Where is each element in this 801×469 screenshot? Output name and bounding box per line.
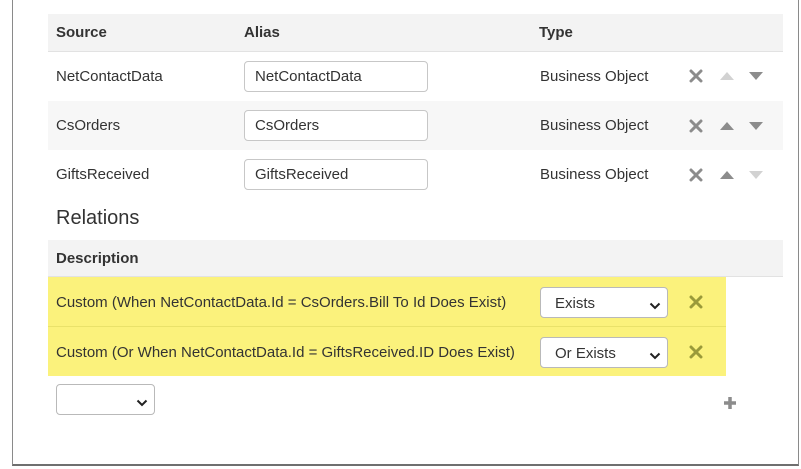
remove-icon[interactable]: [689, 119, 705, 135]
relation-row: Custom (Or When NetContactData.Id = Gift…: [48, 327, 726, 376]
header-type: Type: [539, 24, 573, 41]
table-row: NetContactData Business Object: [48, 52, 783, 101]
source-name: CsOrders: [56, 117, 121, 134]
move-up-icon: [719, 70, 735, 86]
move-up-icon[interactable]: [719, 169, 735, 185]
remove-icon[interactable]: [689, 168, 705, 184]
relations-table-header: Description: [48, 240, 783, 277]
relation-operator-value: Exists: [555, 295, 596, 312]
sources-table-header: Source Alias Type: [48, 14, 783, 52]
table-row: GiftsReceived Business Object: [48, 150, 783, 199]
chevron-down-icon: [649, 298, 661, 315]
header-description: Description: [56, 250, 139, 267]
move-up-icon[interactable]: [719, 120, 735, 136]
relation-description: Custom (When NetContactData.Id = CsOrder…: [56, 294, 507, 311]
source-name: GiftsReceived: [56, 166, 150, 183]
move-down-icon: [748, 169, 764, 185]
move-down-icon[interactable]: [748, 120, 764, 136]
relations-title: Relations: [56, 207, 140, 229]
source-name: NetContactData: [56, 68, 163, 85]
source-type: Business Object: [540, 117, 649, 134]
alias-input[interactable]: [244, 61, 428, 92]
relation-description: Custom (Or When NetContactData.Id = Gift…: [56, 344, 515, 361]
remove-icon[interactable]: [689, 69, 705, 85]
remove-relation-icon[interactable]: [689, 295, 705, 311]
relation-row: Custom (When NetContactData.Id = CsOrder…: [48, 277, 726, 326]
relation-operator-select[interactable]: Exists: [540, 287, 668, 318]
move-down-icon[interactable]: [748, 70, 764, 86]
alias-input[interactable]: [244, 159, 428, 190]
remove-relation-icon[interactable]: [689, 345, 705, 361]
header-alias: Alias: [244, 24, 280, 41]
new-relation-select[interactable]: [56, 384, 155, 415]
table-row: CsOrders Business Object: [48, 101, 783, 150]
relation-operator-value: Or Exists: [555, 345, 616, 362]
source-type: Business Object: [540, 68, 649, 85]
chevron-down-icon: [136, 395, 148, 413]
source-type: Business Object: [540, 166, 649, 183]
add-icon[interactable]: [722, 395, 738, 411]
chevron-down-icon: [649, 348, 661, 365]
header-source: Source: [56, 24, 107, 41]
relation-operator-select[interactable]: Or Exists: [540, 337, 668, 368]
alias-input[interactable]: [244, 110, 428, 141]
